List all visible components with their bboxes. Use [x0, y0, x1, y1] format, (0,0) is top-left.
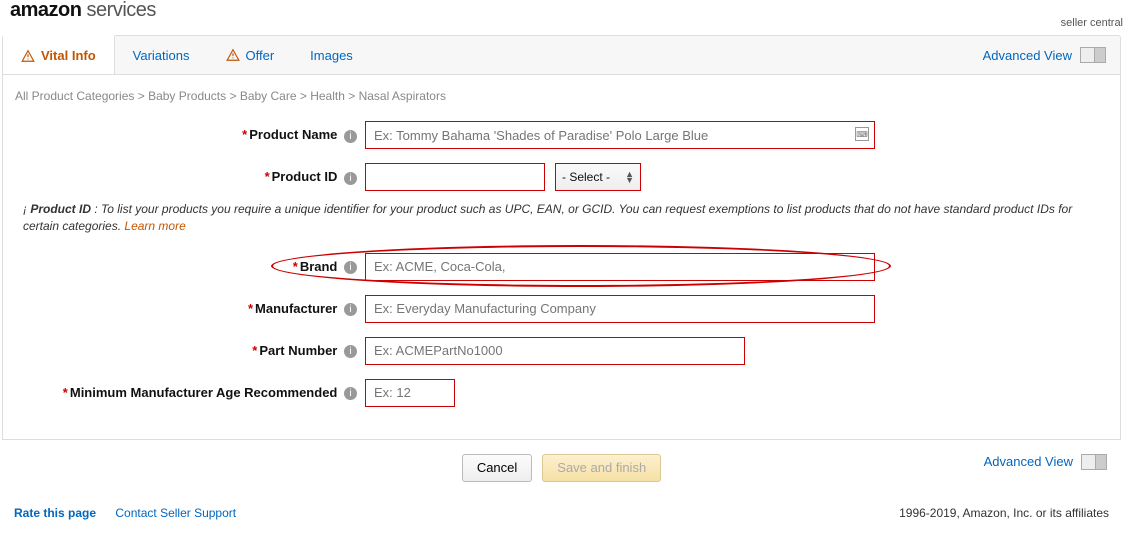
- logo: amazon services seller central: [10, 0, 1123, 29]
- toggle-icon: [1081, 454, 1107, 470]
- advanced-view-toggle-bottom[interactable]: Advanced View: [984, 454, 1107, 470]
- tab-label: Images: [310, 48, 353, 63]
- keyboard-icon[interactable]: ⌨: [855, 127, 869, 141]
- contact-support-link[interactable]: Contact Seller Support: [115, 506, 236, 520]
- note-bold: Product ID: [30, 202, 91, 216]
- breadcrumb-item[interactable]: All Product Categories: [15, 89, 134, 103]
- info-icon[interactable]: i: [344, 303, 357, 316]
- tab-container: Vital Info Variations Offer Images Advan…: [2, 35, 1121, 75]
- product-id-type-select[interactable]: - Select - ▲▼: [555, 163, 641, 191]
- tab-offer[interactable]: Offer: [208, 36, 293, 74]
- row-product-name: *Product Name i ⌨: [15, 121, 1108, 149]
- product-id-note: ¡ Product ID : To list your products you…: [23, 201, 1108, 235]
- breadcrumb: All Product Categories > Baby Products >…: [15, 89, 1108, 103]
- warning-icon: [21, 49, 35, 63]
- rate-page-link[interactable]: Rate this page: [14, 506, 96, 520]
- tab-vital-info[interactable]: Vital Info: [3, 35, 115, 74]
- label-manufacturer: Manufacturer: [255, 301, 337, 316]
- row-brand: *Brand i: [15, 253, 1108, 281]
- info-icon[interactable]: i: [344, 387, 357, 400]
- breadcrumb-item[interactable]: Nasal Aspirators: [359, 89, 446, 103]
- logo-subtitle: seller central: [10, 18, 1123, 29]
- cancel-button[interactable]: Cancel: [462, 454, 532, 482]
- product-id-input[interactable]: [365, 163, 545, 191]
- breadcrumb-item[interactable]: Baby Products: [148, 89, 226, 103]
- tab-variations[interactable]: Variations: [115, 36, 208, 74]
- toggle-icon: [1080, 47, 1106, 63]
- label-part-number: Part Number: [259, 343, 337, 358]
- label-product-id: Product ID: [272, 169, 338, 184]
- label-min-age: Minimum Manufacturer Age Recommended: [70, 385, 338, 400]
- select-arrows-icon: ▲▼: [625, 171, 634, 183]
- select-value: - Select -: [562, 170, 610, 184]
- tab-label: Vital Info: [41, 48, 96, 63]
- info-icon[interactable]: i: [344, 172, 357, 185]
- product-name-input[interactable]: [365, 121, 875, 149]
- info-icon[interactable]: i: [344, 345, 357, 358]
- learn-more-link[interactable]: Learn more: [124, 219, 185, 233]
- min-age-input[interactable]: [365, 379, 455, 407]
- tab-label: Variations: [133, 48, 190, 63]
- row-part-number: *Part Number i: [15, 337, 1108, 365]
- tab-images[interactable]: Images: [292, 36, 371, 74]
- breadcrumb-item[interactable]: Health: [310, 89, 345, 103]
- info-icon[interactable]: i: [344, 261, 357, 274]
- footer: Rate this page Contact Seller Support 19…: [0, 492, 1123, 520]
- info-icon[interactable]: i: [344, 130, 357, 143]
- manufacturer-input[interactable]: [365, 295, 875, 323]
- advanced-view-label: Advanced View: [983, 48, 1072, 63]
- tab-bar: Vital Info Variations Offer Images Advan…: [3, 36, 1120, 74]
- label-brand: Brand: [300, 259, 338, 274]
- brand-input[interactable]: [365, 253, 875, 281]
- content-panel: All Product Categories > Baby Products >…: [2, 75, 1121, 440]
- part-number-input[interactable]: [365, 337, 745, 365]
- button-row: Cancel Save and finish Advanced View: [2, 440, 1121, 482]
- breadcrumb-item[interactable]: Baby Care: [240, 89, 297, 103]
- row-product-id: *Product ID i - Select - ▲▼: [15, 163, 1108, 191]
- tab-label: Offer: [246, 48, 275, 63]
- advanced-view-toggle-top[interactable]: Advanced View: [983, 47, 1120, 63]
- warning-icon: [226, 48, 240, 62]
- copyright-text: 1996-2019, Amazon, Inc. or its affiliate…: [899, 506, 1109, 520]
- advanced-view-label: Advanced View: [984, 454, 1073, 469]
- save-and-finish-button[interactable]: Save and finish: [542, 454, 661, 482]
- label-product-name: Product Name: [249, 127, 337, 142]
- row-manufacturer: *Manufacturer i: [15, 295, 1108, 323]
- header: amazon services seller central: [0, 0, 1123, 35]
- row-min-age: *Minimum Manufacturer Age Recommended i: [15, 379, 1108, 407]
